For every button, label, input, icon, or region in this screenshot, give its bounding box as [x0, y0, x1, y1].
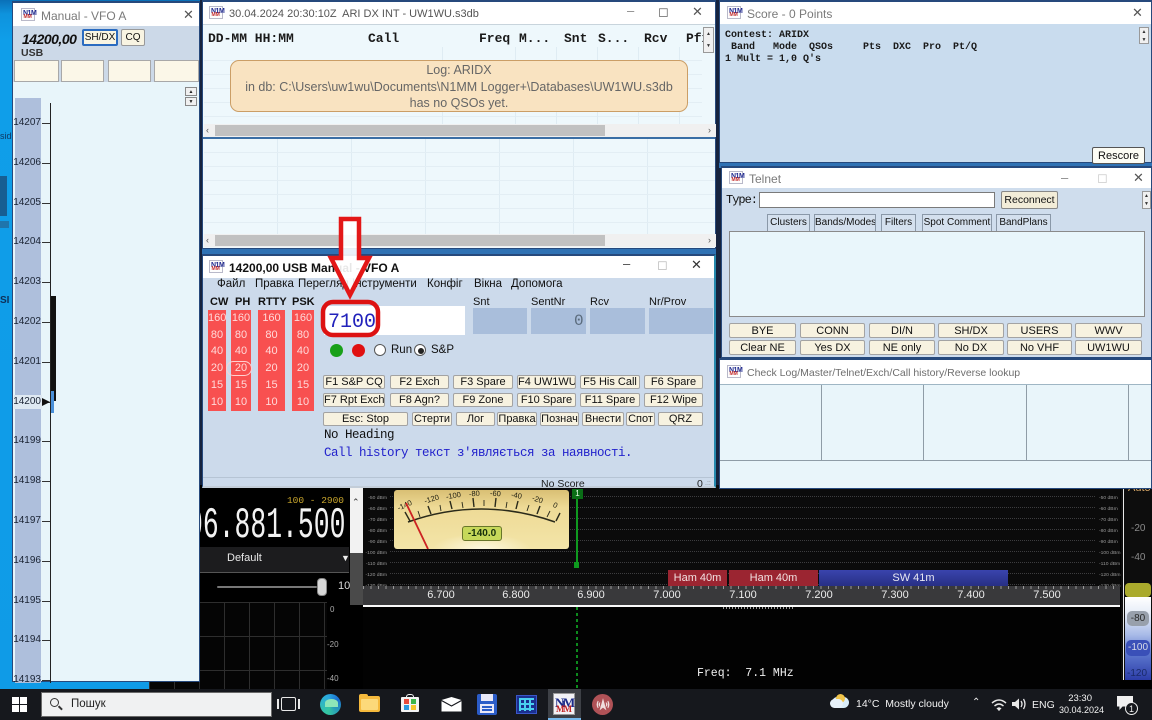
svg-text:-120: -120	[423, 493, 440, 506]
svg-text:-140: -140	[396, 498, 413, 513]
svg-text:-20: -20	[531, 493, 544, 505]
svg-text:-60: -60	[490, 490, 501, 498]
svg-text:-100: -100	[445, 490, 461, 501]
svg-text:0: 0	[552, 500, 560, 510]
svg-text:-80: -80	[469, 490, 480, 498]
svg-text:-40: -40	[510, 490, 522, 501]
